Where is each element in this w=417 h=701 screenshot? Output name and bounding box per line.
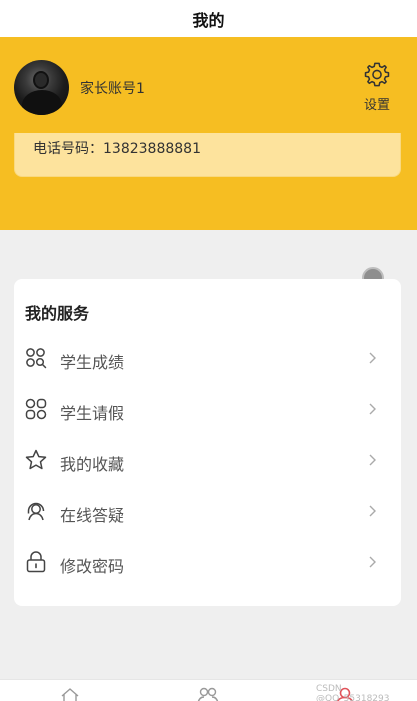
support-person-icon [27, 502, 45, 521]
chevron-right-icon [369, 454, 376, 466]
service-label: 学生请假 [60, 404, 125, 423]
grid-search-icon [26, 348, 47, 369]
gear-icon [364, 62, 390, 87]
account-name: 家长账号1 [80, 81, 145, 97]
home-icon[interactable] [59, 687, 81, 701]
avatar[interactable] [14, 60, 69, 115]
settings-label: 设置 [363, 98, 390, 113]
service-label: 修改密码 [60, 557, 125, 576]
service-item-change-password[interactable]: 修改密码 [14, 537, 401, 588]
service-label: 学生成绩 [60, 353, 125, 372]
lock-icon [26, 551, 46, 573]
service-item-my-favorites[interactable]: 我的收藏 [14, 435, 401, 486]
avatar-face [33, 71, 49, 89]
phone-card: 电话号码：13823888881 [14, 133, 401, 177]
watermark: CSDN @QQ_55318293 [316, 684, 390, 701]
chevron-right-icon [369, 352, 376, 364]
apps-icon [25, 398, 47, 420]
chevron-right-icon [369, 505, 376, 517]
avatar-body [22, 90, 62, 115]
section-title: 我的服务 [25, 304, 90, 323]
service-item-student-leave[interactable]: 学生请假 [14, 384, 401, 435]
top-bar: 我的 [0, 0, 417, 37]
my-services-card: 我的服务 学生成绩 学生请假 我的收藏 在线答疑 修改密码 [14, 279, 401, 606]
chevron-right-icon [369, 403, 376, 415]
star-icon [25, 449, 47, 470]
page-title: 我的 [192, 10, 225, 30]
settings-button[interactable]: 设置 [356, 61, 398, 113]
profile-header: 家长账号1 设置 电话号码：13823888881 [0, 37, 417, 230]
phone-number: 电话号码：13823888881 [33, 141, 201, 157]
service-label: 我的收藏 [60, 455, 125, 474]
service-item-student-scores[interactable]: 学生成绩 [14, 333, 401, 384]
service-label: 在线答疑 [60, 506, 125, 525]
chevron-right-icon [369, 556, 376, 568]
group-icon[interactable] [197, 687, 219, 701]
service-item-online-qa[interactable]: 在线答疑 [14, 486, 401, 537]
